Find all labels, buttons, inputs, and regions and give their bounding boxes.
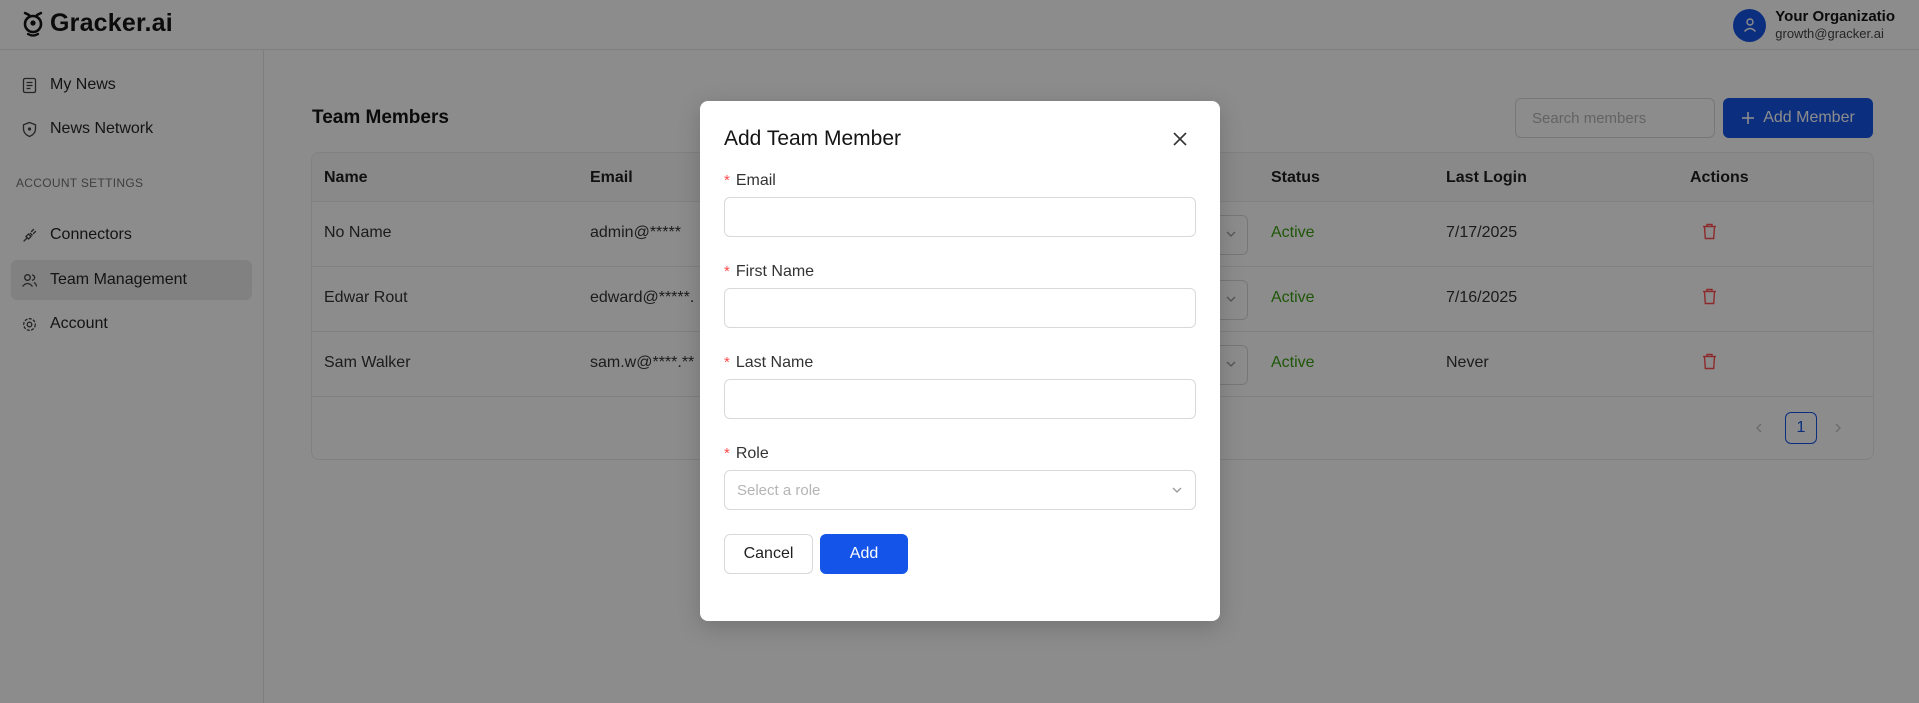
role-label: * Role bbox=[724, 445, 769, 462]
chevron-down-icon bbox=[1171, 483, 1183, 501]
required-mark: * bbox=[724, 445, 730, 462]
cancel-button[interactable]: Cancel bbox=[724, 534, 813, 574]
email-field[interactable] bbox=[724, 197, 1196, 237]
first-name-label: * First Name bbox=[724, 263, 815, 280]
add-button[interactable]: Add bbox=[820, 534, 908, 574]
required-mark: * bbox=[724, 172, 730, 189]
first-name-field[interactable] bbox=[724, 288, 1196, 328]
required-mark: * bbox=[724, 354, 730, 371]
required-mark: * bbox=[724, 263, 730, 280]
email-label: * Email bbox=[724, 172, 776, 189]
last-name-label: * Last Name bbox=[724, 354, 814, 371]
add-team-member-modal: Add Team Member * Email * First Name * Last… bbox=[700, 101, 1220, 621]
modal-title: Add Team Member bbox=[724, 127, 902, 150]
role-select-field[interactable]: Select a role bbox=[724, 470, 1196, 510]
role-placeholder: Select a role bbox=[737, 482, 821, 499]
close-icon bbox=[1173, 132, 1187, 146]
last-name-field[interactable] bbox=[724, 379, 1196, 419]
close-button[interactable] bbox=[1168, 127, 1192, 151]
